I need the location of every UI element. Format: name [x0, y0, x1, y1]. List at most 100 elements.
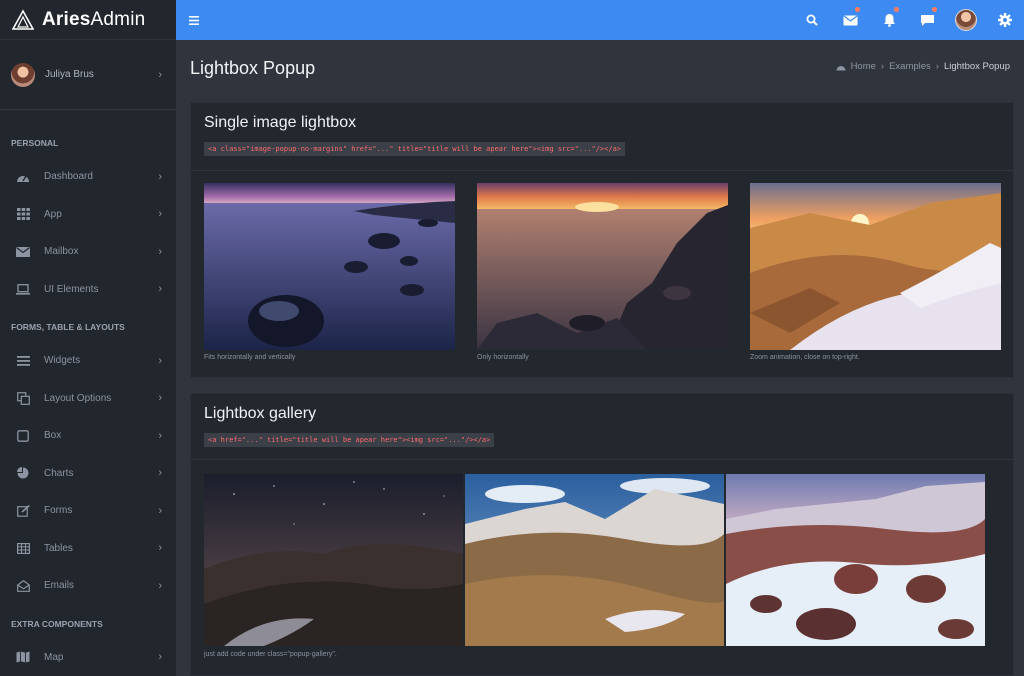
sidebar-item-widgets[interactable]: Widgets ›: [0, 342, 176, 380]
breadcrumb-examples[interactable]: Examples: [889, 61, 931, 72]
main-content: Lightbox Popup Home › Examples › Lightbo…: [176, 40, 1024, 676]
snowy-rocks-image: [726, 474, 985, 646]
grid-icon: [16, 207, 30, 221]
mountain-sunrise-image: [750, 183, 1001, 350]
search-button[interactable]: [793, 0, 832, 40]
chevron-right-icon: ›: [158, 579, 162, 592]
gear-icon: [997, 13, 1012, 27]
card-title: Lightbox gallery: [204, 405, 317, 422]
breadcrumb-current: Lightbox Popup: [943, 61, 1010, 72]
notifications-button[interactable]: [870, 0, 909, 40]
notification-dot: [855, 7, 860, 12]
pie-chart-icon: [16, 466, 30, 480]
brand-logo-area[interactable]: AriesAdmin: [0, 0, 176, 40]
chat-button[interactable]: [909, 0, 948, 40]
card-header: Single image lightbox <a class="image-po…: [191, 103, 1013, 171]
breadcrumb-home[interactable]: Home: [851, 61, 876, 72]
gallery-image-2[interactable]: [465, 474, 724, 646]
lightbox-gallery-card: Lightbox gallery <a href="..." title="ti…: [190, 393, 1014, 676]
notification-dot: [932, 7, 937, 12]
list-icon: [16, 354, 30, 368]
chevron-right-icon: ›: [158, 504, 162, 517]
laptop-icon: [16, 282, 30, 296]
bell-icon: [883, 14, 895, 27]
chevron-right-icon: ›: [158, 208, 162, 221]
gallery-caption: just add code under class="popup-gallery…: [204, 651, 337, 658]
lightbox-image-1[interactable]: [204, 183, 455, 350]
sidebar-item-label: Box: [44, 430, 62, 442]
user-menu-button[interactable]: [947, 0, 986, 40]
sidebar-item-layout-options[interactable]: Layout Options ›: [0, 380, 176, 418]
chevron-right-icon: ›: [158, 354, 162, 367]
sidebar-item-forms[interactable]: Forms ›: [0, 492, 176, 530]
sidebar-item-label: UI Elements: [44, 283, 99, 295]
image-caption: Zoom animation, close on top-right.: [750, 354, 860, 361]
image-caption: Fits horizontally and vertically: [204, 354, 296, 361]
lightbox-image-2[interactable]: [477, 183, 728, 350]
profile-name: Juliya Brus: [45, 69, 94, 80]
logo-icon: [12, 8, 34, 30]
sidebar-item-label: Charts: [44, 467, 74, 479]
sidebar-item-label: Mailbox: [44, 246, 79, 258]
chevron-right-icon: ›: [158, 392, 162, 405]
menu-toggle-button[interactable]: [176, 0, 212, 40]
dashboard-icon: [16, 170, 30, 184]
single-lightbox-card: Single image lightbox <a class="image-po…: [190, 102, 1014, 378]
avatar: [955, 9, 978, 31]
seascape-image: [204, 183, 455, 350]
code-snippet: <a href="..." title="title will be apear…: [204, 433, 495, 447]
breadcrumb: Home › Examples › Lightbox Popup: [836, 61, 1010, 72]
chevron-right-icon: ›: [158, 170, 162, 183]
sidebar-item-map[interactable]: Map ›: [0, 639, 176, 676]
settings-button[interactable]: [986, 0, 1024, 40]
mail-icon: [843, 15, 858, 25]
sidebar-item-emails[interactable]: Emails ›: [0, 567, 176, 605]
sidebar-item-box[interactable]: Box ›: [0, 417, 176, 455]
app-title: AriesAdmin: [42, 8, 146, 30]
map-icon: [16, 650, 30, 664]
gallery-image-1[interactable]: [204, 474, 463, 646]
lightbox-image-3[interactable]: [750, 183, 1001, 350]
dashboard-icon: [836, 65, 846, 70]
sidebar-item-dashboard[interactable]: Dashboard ›: [0, 158, 176, 196]
top-navbar: [176, 0, 1024, 40]
copy-icon: [16, 391, 30, 405]
chevron-right-icon: ›: [158, 68, 162, 81]
breadcrumb-separator: ›: [880, 61, 885, 72]
section-title-extra: EXTRA COMPONENTS: [11, 618, 103, 629]
breadcrumb-separator: ›: [935, 61, 939, 72]
image-caption: Only horizontally: [477, 354, 529, 361]
sidebar-item-charts[interactable]: Charts ›: [0, 455, 176, 493]
gallery-image-3[interactable]: [726, 474, 985, 646]
card-title: Single image lightbox: [204, 114, 357, 131]
envelope-open-icon: [16, 579, 30, 593]
chevron-right-icon: ›: [158, 542, 162, 555]
sidebar-item-label: Emails: [44, 580, 75, 592]
search-icon: [806, 14, 818, 26]
sidebar-item-tables[interactable]: Tables ›: [0, 530, 176, 568]
section-title-personal: PERSONAL: [11, 138, 59, 148]
code-snippet: <a class="image-popup-no-margins" href="…: [204, 142, 626, 156]
coast-sunset-image: [477, 183, 728, 350]
sidebar-item-app[interactable]: App ›: [0, 196, 176, 234]
menu-icon: [189, 15, 199, 25]
chevron-right-icon: ›: [158, 283, 162, 296]
sidebar-item-label: App: [44, 208, 62, 220]
card-header: Lightbox gallery <a href="..." title="ti…: [191, 394, 1013, 460]
mountain-valley-image: [465, 474, 724, 646]
sidebar-item-mailbox[interactable]: Mailbox ›: [0, 233, 176, 271]
edit-icon: [16, 504, 30, 518]
sidebar-profile[interactable]: Juliya Brus ›: [0, 40, 176, 110]
chevron-right-icon: ›: [158, 467, 162, 480]
sidebar-item-ui-elements[interactable]: UI Elements ›: [0, 271, 176, 309]
page-title: Lightbox Popup: [190, 58, 316, 78]
chat-icon: [921, 14, 935, 26]
sidebar-item-label: Map: [44, 651, 64, 663]
night-hills-image: [204, 474, 463, 646]
sidebar-item-label: Forms: [44, 505, 73, 517]
chevron-right-icon: ›: [158, 429, 162, 442]
chevron-right-icon: ›: [158, 651, 162, 664]
messages-button[interactable]: [832, 0, 871, 40]
mail-icon: [16, 245, 30, 259]
chevron-right-icon: ›: [158, 245, 162, 258]
